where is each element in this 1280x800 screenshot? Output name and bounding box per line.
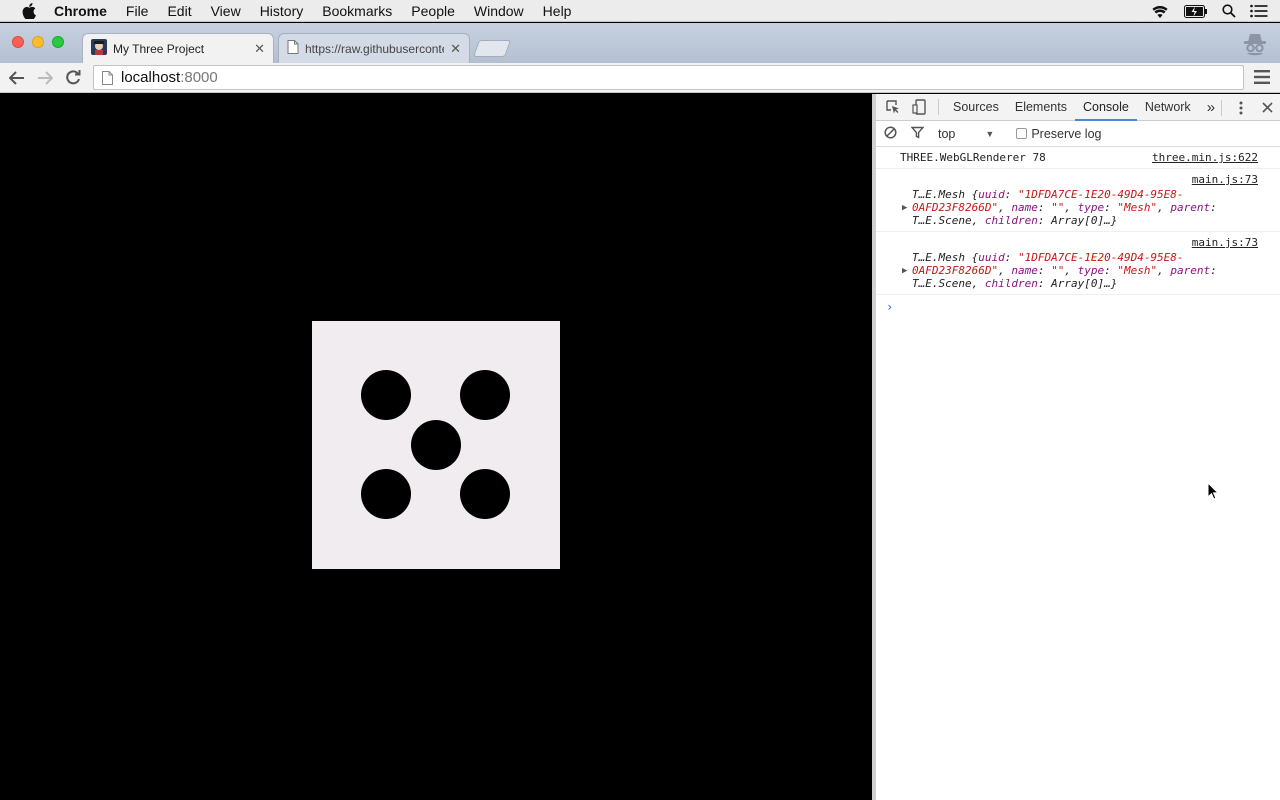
tab-my-three-project[interactable]: My Three Project ✕: [82, 33, 274, 63]
devtools-tab-bar: Sources Elements Console Network »: [876, 94, 1280, 121]
menu-bookmarks[interactable]: Bookmarks: [322, 0, 392, 22]
notification-list-icon[interactable]: [1250, 4, 1268, 18]
apple-icon[interactable]: [19, 0, 39, 22]
favicon-icon: [91, 39, 107, 58]
console-message: main.js:73 ▶ T…E.Mesh {uuid: "1DFDA7CE-1…: [876, 169, 1280, 232]
kebab-menu-icon[interactable]: [1228, 101, 1254, 115]
wifi-icon[interactable]: [1150, 4, 1170, 19]
tab-close-icon[interactable]: ✕: [254, 41, 265, 57]
close-devtools-icon[interactable]: [1254, 102, 1280, 113]
clear-console-icon[interactable]: [884, 125, 897, 142]
tab-close-icon[interactable]: ✕: [450, 41, 461, 57]
incognito-icon[interactable]: [1240, 29, 1270, 59]
die-face: [312, 321, 560, 569]
tab-title: My Three Project: [113, 41, 205, 56]
address-bar[interactable]: localhost:8000: [93, 65, 1244, 90]
spotlight-icon[interactable]: [1222, 4, 1236, 18]
execution-context-select[interactable]: top: [938, 127, 955, 141]
die-pip: [361, 370, 411, 420]
object-preview[interactable]: ▶ T…E.Mesh {uuid: "1DFDA7CE-1E20-49D4-95…: [900, 188, 1258, 227]
window-close-button[interactable]: [12, 36, 24, 48]
menu-bar-status-area: [1150, 0, 1268, 22]
filter-icon[interactable]: [910, 126, 925, 142]
source-link[interactable]: main.js:73: [1192, 236, 1258, 249]
expand-triangle-icon[interactable]: ▶: [902, 202, 907, 215]
url-host: localhost: [121, 69, 181, 86]
menu-app-chrome[interactable]: Chrome: [54, 0, 107, 22]
menu-file[interactable]: File: [126, 0, 149, 22]
console-message: main.js:73 ▶ T…E.Mesh {uuid: "1DFDA7CE-1…: [876, 232, 1280, 295]
battery-icon[interactable]: [1184, 4, 1208, 18]
tab-title: https://raw.githubuserconte: [305, 41, 445, 56]
preserve-log-checkbox[interactable]: [1016, 128, 1028, 139]
console-toolbar: top ▼ Preserve log: [876, 121, 1280, 147]
object-preview[interactable]: ▶ T…E.Mesh {uuid: "1DFDA7CE-1E20-49D4-95…: [900, 251, 1258, 290]
back-icon[interactable]: [3, 64, 31, 92]
preserve-log-label[interactable]: Preserve log: [1031, 127, 1101, 141]
menu-history[interactable]: History: [260, 0, 304, 22]
tab-elements[interactable]: Elements: [1007, 94, 1075, 121]
device-mode-icon[interactable]: [906, 99, 932, 115]
console-messages: THREE.WebGLRenderer 78 three.min.js:622 …: [876, 147, 1280, 319]
expand-triangle-icon[interactable]: ▶: [902, 265, 907, 278]
die-pip: [411, 420, 461, 470]
console-message-text: THREE.WebGLRenderer 78: [900, 151, 1046, 164]
forward-icon[interactable]: [31, 64, 59, 92]
toolbar-separator: [938, 99, 939, 115]
inspect-icon[interactable]: [880, 100, 906, 114]
menu-people[interactable]: People: [411, 0, 455, 22]
menu-help[interactable]: Help: [543, 0, 572, 22]
browser-toolbar: localhost:8000: [0, 63, 1280, 93]
url-port: :8000: [180, 69, 218, 86]
page-icon: [102, 70, 113, 85]
window-zoom-button[interactable]: [52, 36, 64, 48]
console-message: THREE.WebGLRenderer 78 three.min.js:622: [876, 147, 1280, 169]
devtools-panel: Sources Elements Console Network » top ▼…: [872, 94, 1280, 800]
page-icon: [287, 40, 299, 57]
menu-view[interactable]: View: [211, 0, 241, 22]
menu-edit[interactable]: Edit: [167, 0, 191, 22]
reload-icon[interactable]: [59, 64, 87, 92]
chevron-down-icon[interactable]: ▼: [985, 129, 994, 139]
die-pip: [460, 370, 510, 420]
chrome-menu-icon[interactable]: [1254, 69, 1272, 85]
toolbar-separator: [1221, 99, 1222, 116]
tab-raw-githubusercontent[interactable]: https://raw.githubuserconte ✕: [278, 33, 470, 63]
tab-network[interactable]: Network: [1137, 94, 1199, 121]
console-prompt[interactable]: ›: [876, 295, 1280, 319]
source-link[interactable]: main.js:73: [1192, 173, 1258, 186]
new-tab-button[interactable]: [472, 40, 512, 57]
tab-sources[interactable]: Sources: [945, 94, 1007, 121]
tab-console[interactable]: Console: [1074, 94, 1137, 121]
webgl-canvas[interactable]: [0, 94, 872, 800]
die-pip: [460, 469, 510, 519]
die-pip: [361, 469, 411, 519]
source-link[interactable]: three.min.js:622: [1152, 151, 1258, 164]
menu-window[interactable]: Window: [474, 0, 524, 22]
tab-strip: My Three Project ✕ https://raw.githubuse…: [0, 23, 1280, 63]
macos-menu-bar: Chrome File Edit View History Bookmarks …: [0, 0, 1280, 22]
mouse-cursor-icon: [1207, 481, 1220, 500]
prompt-chevron-icon: ›: [886, 300, 894, 314]
window-minimize-button[interactable]: [32, 36, 44, 48]
